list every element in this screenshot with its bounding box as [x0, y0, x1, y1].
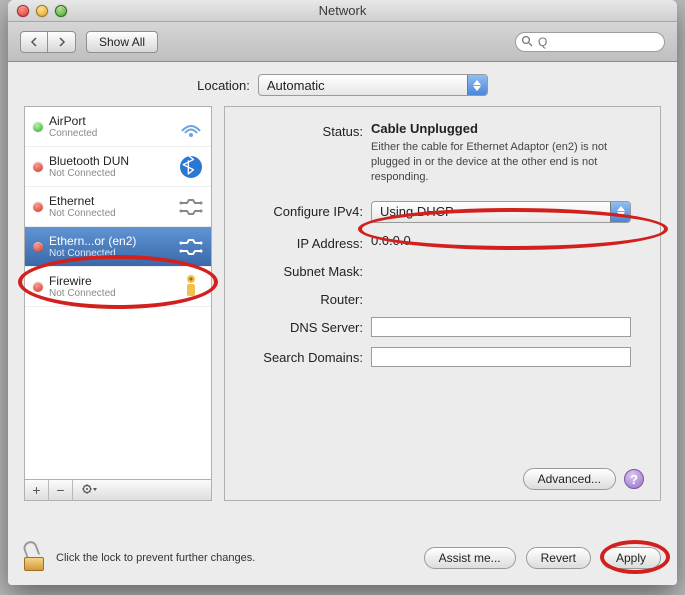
help-icon: ?: [630, 472, 638, 487]
sidebar-item-firewire[interactable]: FirewireNot Connected: [25, 267, 211, 307]
service-status: Not Connected: [49, 208, 171, 219]
sidebar-item-ethernet[interactable]: EthernetNot Connected: [25, 187, 211, 227]
ip-address-label: IP Address:: [243, 233, 363, 251]
minimize-window-button[interactable]: [36, 5, 48, 17]
show-all-button[interactable]: Show All: [86, 31, 158, 53]
search-domains-input[interactable]: [371, 347, 631, 367]
status-dot-icon: [33, 202, 43, 212]
sidebar-item-bluetooth-dun[interactable]: Bluetooth DUNNot Connected: [25, 147, 211, 187]
firewire-icon: [177, 273, 205, 301]
window-titlebar: Network: [8, 0, 677, 22]
subnet-mask-label: Subnet Mask:: [243, 261, 363, 279]
action-menu-button[interactable]: [73, 480, 107, 500]
lock-description: Click the lock to prevent further change…: [56, 552, 255, 564]
help-button[interactable]: ?: [624, 469, 644, 489]
service-status: Connected: [49, 128, 171, 139]
location-select[interactable]: Automatic: [258, 74, 488, 96]
forward-button[interactable]: [48, 31, 76, 53]
show-all-label: Show All: [99, 35, 145, 49]
apply-label: Apply: [616, 551, 646, 565]
sidebar-item-ethern-or-en2-[interactable]: Ethern...or (en2)Not Connected: [25, 227, 211, 267]
revert-button[interactable]: Revert: [526, 547, 591, 569]
add-service-button[interactable]: +: [25, 480, 49, 500]
dropdown-arrows-icon: [610, 202, 630, 222]
toolbar: Show All: [8, 22, 677, 62]
apply-button[interactable]: Apply: [601, 547, 661, 569]
nav-segment: [20, 31, 76, 53]
ethernet-icon: [177, 233, 205, 261]
remove-service-button[interactable]: −: [49, 480, 73, 500]
dropdown-arrows-icon: [467, 75, 487, 95]
sidebar-item-airport[interactable]: AirPortConnected: [25, 107, 211, 147]
service-status: Not Connected: [49, 248, 171, 259]
configure-ipv4-value: Using DHCP: [380, 204, 454, 219]
search-input[interactable]: [515, 32, 665, 52]
back-button[interactable]: [20, 31, 48, 53]
status-dot-icon: [33, 122, 43, 132]
service-status: Not Connected: [49, 288, 171, 299]
close-window-button[interactable]: [17, 5, 29, 17]
list-toolbar: + −: [24, 479, 212, 501]
service-name: Ethern...or (en2): [49, 234, 171, 248]
search-field[interactable]: [515, 32, 665, 52]
search-domains-label: Search Domains:: [243, 347, 363, 365]
ethernet-icon: [177, 193, 205, 221]
configure-ipv4-label: Configure IPv4:: [243, 201, 363, 219]
bluetooth-icon: [177, 153, 205, 181]
ip-address-value: 0.0.0.0: [371, 233, 642, 248]
status-description: Either the cable for Ethernet Adaptor (e…: [371, 140, 642, 185]
status-dot-icon: [33, 282, 43, 292]
revert-label: Revert: [541, 551, 576, 565]
dns-server-label: DNS Server:: [243, 317, 363, 335]
service-sidebar: AirPortConnectedBluetooth DUNNot Connect…: [24, 106, 212, 501]
location-value: Automatic: [267, 78, 325, 93]
status-dot-icon: [33, 162, 43, 172]
service-name: Bluetooth DUN: [49, 154, 171, 168]
airport-icon: [177, 113, 205, 141]
status-dot-icon: [33, 242, 43, 252]
location-label: Location:: [197, 78, 250, 93]
window-title: Network: [8, 3, 677, 18]
router-label: Router:: [243, 289, 363, 307]
status-value: Cable Unplugged: [371, 121, 642, 136]
configure-ipv4-select[interactable]: Using DHCP: [371, 201, 631, 223]
service-name: AirPort: [49, 114, 171, 128]
service-name: Ethernet: [49, 194, 171, 208]
lock-button[interactable]: [24, 545, 46, 571]
assist-me-button[interactable]: Assist me...: [424, 547, 516, 569]
service-name: Firewire: [49, 274, 171, 288]
assist-me-label: Assist me...: [439, 551, 501, 565]
search-icon: [521, 35, 533, 47]
advanced-label: Advanced...: [538, 472, 601, 486]
dns-server-input[interactable]: [371, 317, 631, 337]
service-list: AirPortConnectedBluetooth DUNNot Connect…: [24, 106, 212, 479]
detail-pane: Status: Cable Unplugged Either the cable…: [224, 106, 661, 501]
advanced-button[interactable]: Advanced...: [523, 468, 616, 490]
lock-body-icon: [24, 557, 44, 571]
zoom-window-button[interactable]: [55, 5, 67, 17]
service-status: Not Connected: [49, 168, 171, 179]
status-label: Status:: [243, 121, 363, 139]
